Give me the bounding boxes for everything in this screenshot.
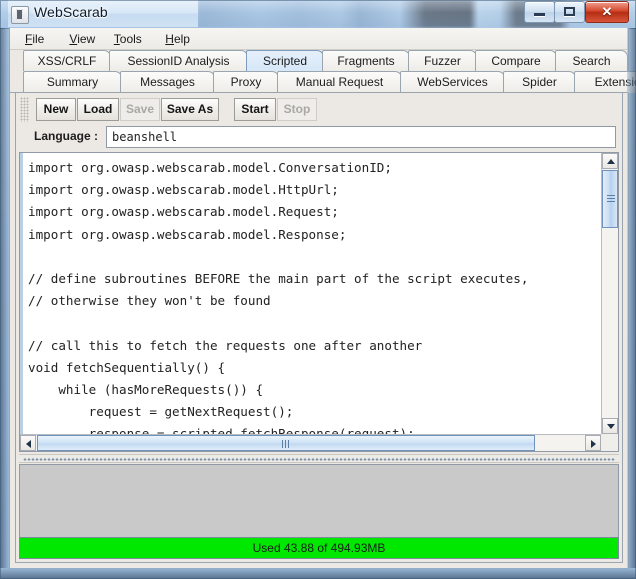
tab-fuzzer[interactable]: Fuzzer: [408, 50, 477, 71]
menu-item-file[interactable]: File: [18, 31, 51, 47]
tab-scripted[interactable]: Scripted: [246, 50, 324, 71]
scrollbar-grip-icon: [607, 195, 615, 202]
menu-mnemonic: T: [113, 32, 120, 46]
maximize-button[interactable]: [554, 1, 585, 23]
tab-spider[interactable]: Spider: [503, 71, 576, 93]
editor-horizontal-scrollbar[interactable]: [20, 434, 601, 451]
menu-mnemonic: F: [25, 32, 33, 46]
window-title: WebScarab: [34, 4, 108, 20]
editor-left-margin: [20, 153, 23, 434]
language-row: Language : beanshell: [18, 125, 620, 151]
splitter-grip-icon: [23, 458, 615, 461]
new-button[interactable]: New: [36, 98, 76, 121]
language-input[interactable]: beanshell: [106, 126, 616, 148]
tab-row-primary: XSS/CRLF SessionID Analysis Scripted Fragme…: [10, 50, 628, 71]
language-value: beanshell: [112, 130, 178, 144]
menu-mnemonic: H: [165, 32, 174, 46]
scripted-panel: New Load Save Save As Start Stop Language : b…: [15, 93, 623, 563]
scroll-left-arrow-icon[interactable]: [20, 435, 36, 451]
menu-bar: File View Tools Help: [10, 28, 628, 50]
tab-manual-request[interactable]: Manual Request: [277, 71, 402, 93]
window-border-right: [627, 28, 636, 568]
script-editor-scrollpane: import org.owasp.webscarab.model.Convers…: [19, 152, 619, 452]
memory-status-text: Used 43.88 of 494.93MB: [252, 541, 386, 555]
script-source-text: import org.owasp.webscarab.model.Convers…: [28, 160, 529, 434]
scroll-up-arrow-icon[interactable]: [602, 153, 618, 169]
tab-search[interactable]: Search: [555, 50, 628, 71]
save-button: Save: [120, 98, 160, 121]
app-icon: [11, 6, 29, 24]
scroll-right-arrow-icon[interactable]: [585, 435, 601, 451]
memory-status-bar[interactable]: Used 43.88 of 494.93MB: [19, 537, 619, 559]
menu-item-tools[interactable]: Tools: [107, 31, 149, 47]
horizontal-scrollbar-thumb[interactable]: [37, 435, 535, 451]
tab-summary[interactable]: Summary: [23, 71, 122, 93]
language-label: Language :: [34, 129, 99, 143]
start-button[interactable]: Start: [234, 98, 276, 121]
scroll-down-arrow-icon[interactable]: [602, 418, 618, 434]
tab-messages[interactable]: Messages: [120, 71, 215, 93]
toolbar-drag-handle[interactable]: [20, 97, 29, 122]
stop-button: Stop: [277, 98, 317, 121]
minimize-button[interactable]: [524, 1, 555, 23]
minimize-icon: [534, 13, 545, 16]
load-button[interactable]: Load: [77, 98, 119, 121]
split-pane-divider[interactable]: [19, 454, 619, 463]
tab-fragments[interactable]: Fragments: [322, 50, 410, 71]
scrollbar-grip-icon: [282, 440, 290, 448]
application-window: WebScarab ✕ File View Tools Help XSS/CRLF Se…: [0, 0, 636, 579]
vertical-scrollbar-thumb[interactable]: [602, 170, 618, 228]
window-border-left: [0, 28, 9, 568]
menu-item-help[interactable]: Help: [158, 31, 197, 47]
window-client-area: File View Tools Help XSS/CRLF SessionID Anal…: [9, 28, 636, 569]
close-button[interactable]: ✕: [585, 1, 629, 23]
script-output-panel[interactable]: [19, 464, 619, 546]
menu-mnemonic: V: [69, 32, 78, 46]
editor-vertical-scrollbar[interactable]: [601, 153, 618, 434]
script-editor[interactable]: import org.owasp.webscarab.model.Convers…: [20, 153, 601, 434]
menu-item-view[interactable]: View: [62, 31, 102, 47]
tab-proxy[interactable]: Proxy: [213, 71, 279, 93]
tab-webservices[interactable]: WebServices: [400, 71, 505, 93]
tab-compare[interactable]: Compare: [475, 50, 557, 71]
title-bar[interactable]: WebScarab ✕: [0, 0, 636, 29]
tab-xss-crlf[interactable]: XSS/CRLF: [23, 50, 111, 71]
tab-sessionid-analysis[interactable]: SessionID Analysis: [109, 50, 248, 71]
tab-row-secondary: Summary Messages Proxy Manual Request WebSer…: [10, 71, 636, 93]
window-border-bottom: [0, 568, 636, 579]
save-as-button[interactable]: Save As: [161, 98, 219, 121]
scrollbar-corner: [601, 434, 618, 451]
maximize-icon: [564, 7, 575, 16]
script-toolbar: New Load Save Save As Start Stop: [18, 95, 620, 124]
close-icon: ✕: [601, 4, 613, 19]
